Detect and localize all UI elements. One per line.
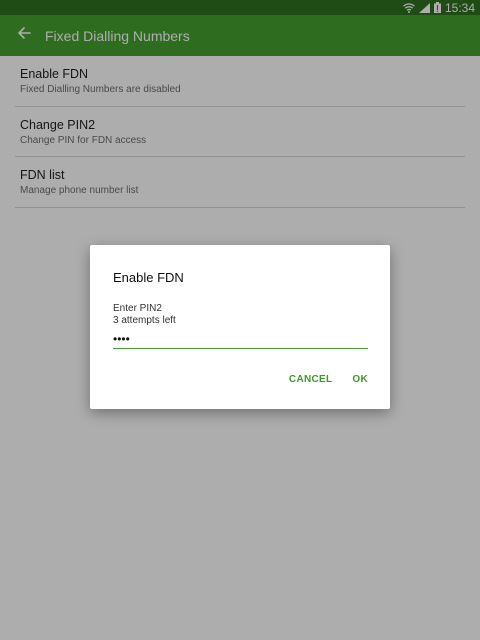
dialog-actions: CANCEL OK [289,374,368,385]
pin2-input[interactable] [113,329,368,349]
attempts-left-text: 3 attempts left [113,315,176,326]
dialog-title: Enable FDN [113,270,184,285]
dialog-prompt: Enter PIN2 [113,303,162,314]
enable-fdn-dialog: Enable FDN Enter PIN2 3 attempts left CA… [90,245,390,409]
ok-button[interactable]: OK [352,374,368,385]
cancel-button[interactable]: CANCEL [289,374,332,385]
